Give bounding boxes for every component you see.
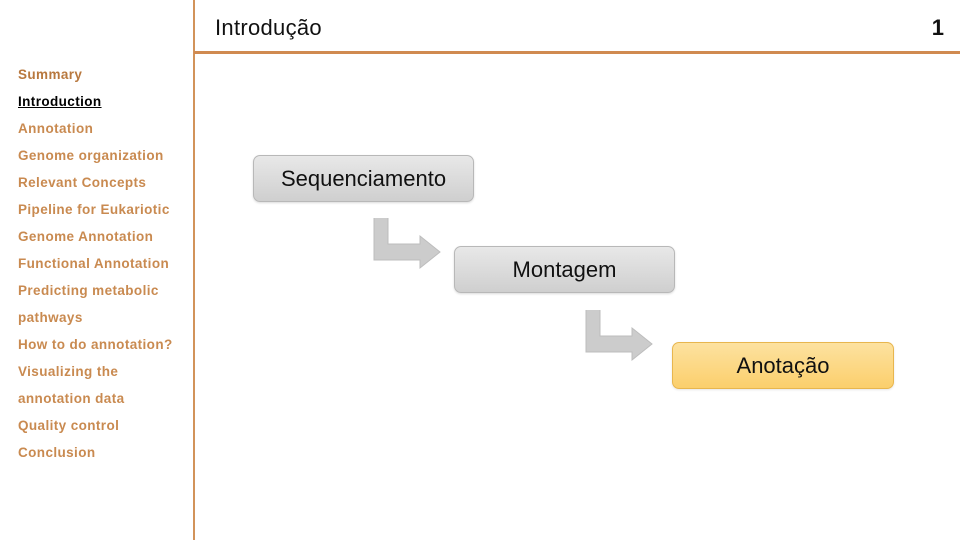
step-montagem: Montagem [454,246,675,293]
sidebar-item-genome-annotation[interactable]: Genome Annotation [18,223,190,250]
sidebar-item-annotation-data[interactable]: annotation data [18,385,190,412]
step-label: Sequenciamento [280,165,447,191]
step-label: Montagem [512,256,617,282]
slide-number: 1 [931,15,944,40]
sidebar-item-quality-control[interactable]: Quality control [18,412,190,439]
step-anotacao: Anotação [672,342,894,389]
sidebar-item-pathways[interactable]: pathways [18,304,190,331]
sidebar-nav: Summary Introduction Annotation Genome o… [18,61,190,466]
arrow-shape [585,310,653,362]
sidebar-item-conclusion[interactable]: Conclusion [18,439,190,466]
sidebar-item-annotation[interactable]: Annotation [18,115,190,142]
sidebar-item-relevant-concepts[interactable]: Relevant Concepts [18,169,190,196]
step-sequenciamento: Sequenciamento [253,155,474,202]
slide-title: Introdução [215,15,322,40]
sidebar-item-functional-annotation[interactable]: Functional Annotation [18,250,190,277]
sidebar-item-introduction[interactable]: Introduction [18,88,190,115]
sidebar-item-pipeline-eukariotic[interactable]: Pipeline for Eukariotic [18,196,190,223]
bent-arrow-icon [585,310,653,362]
sidebar-divider [193,0,195,540]
sidebar-item-summary[interactable]: Summary [18,61,190,88]
header-rule [194,51,960,54]
sidebar-item-genome-organization[interactable]: Genome organization [18,142,190,169]
sidebar-item-how-to-annotate[interactable]: How to do annotation? [18,331,190,358]
sidebar-item-predicting-metabolic[interactable]: Predicting metabolic [18,277,190,304]
bent-arrow-icon [373,218,441,270]
step-label: Anotação [736,352,830,378]
arrow-shape [373,218,441,270]
sidebar-item-visualizing-the[interactable]: Visualizing the [18,358,190,385]
